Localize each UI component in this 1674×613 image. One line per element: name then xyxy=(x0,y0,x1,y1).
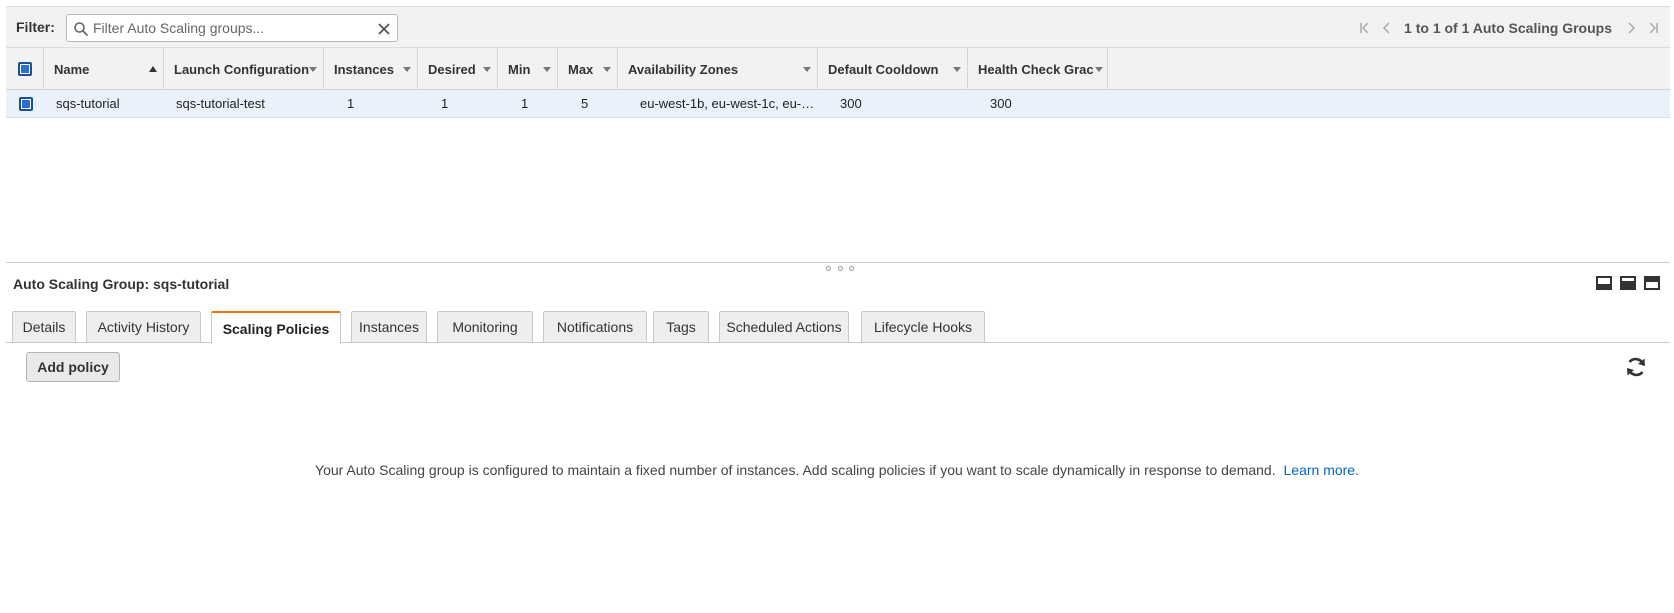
cell-max: 5 xyxy=(581,96,589,111)
detail-tabs: Details Activity History Scaling Policie… xyxy=(6,311,1670,344)
row-checkbox[interactable] xyxy=(19,97,33,111)
first-page-icon xyxy=(1360,22,1369,34)
layout-split-icon[interactable] xyxy=(1620,276,1636,290)
sort-arrow-icon xyxy=(603,67,611,72)
column-header-default-cooldown[interactable]: Default Cooldown xyxy=(818,48,968,90)
filter-input[interactable] xyxy=(93,18,373,38)
pagination-text: 1 to 1 of 1 Auto Scaling Groups xyxy=(1404,20,1612,36)
clear-icon[interactable] xyxy=(376,21,392,37)
message-period: . xyxy=(1355,462,1359,478)
column-header-label: Availability Zones xyxy=(628,61,739,77)
next-page-icon xyxy=(1628,22,1636,34)
column-header-label: Name xyxy=(54,61,90,77)
column-header-name[interactable]: Name xyxy=(44,48,164,90)
scaling-policies-message: Your Auto Scaling group is configured to… xyxy=(0,462,1674,478)
panel-divider xyxy=(6,262,1670,263)
tab-scheduled-actions[interactable]: Scheduled Actions xyxy=(719,311,849,342)
first-page-button[interactable] xyxy=(1354,18,1376,38)
panel-layout-controls xyxy=(1596,276,1660,290)
last-page-icon xyxy=(1649,22,1658,34)
filter-label: Filter: xyxy=(16,19,55,35)
pagination: 1 to 1 of 1 Auto Scaling Groups xyxy=(1354,18,1664,38)
last-page-button[interactable] xyxy=(1642,18,1664,38)
table-row[interactable]: sqs-tutorial sqs-tutorial-test 1 1 1 5 e… xyxy=(6,90,1670,118)
column-header-label: Health Check Grace Period xyxy=(978,61,1094,77)
layout-bottom-icon[interactable] xyxy=(1596,276,1612,290)
column-header-label: Launch Configuration / xyxy=(174,61,312,77)
column-header-min[interactable]: Min xyxy=(498,48,558,90)
sort-arrow-icon xyxy=(309,67,317,72)
column-header-label: Min xyxy=(508,61,531,77)
handle-dot xyxy=(826,266,831,271)
refresh-icon[interactable] xyxy=(1624,355,1648,379)
cell-launch-configuration: sqs-tutorial-test xyxy=(176,96,265,111)
column-header-label: Max xyxy=(568,61,594,77)
tab-notifications[interactable]: Notifications xyxy=(543,311,647,342)
column-header-health-check-grace[interactable]: Health Check Grace Period xyxy=(968,48,1108,90)
tab-lifecycle-hooks[interactable]: Lifecycle Hooks xyxy=(861,311,985,342)
sort-arrow-icon xyxy=(1095,67,1103,72)
prev-page-icon xyxy=(1382,22,1390,34)
column-header-label: Desired xyxy=(428,61,476,77)
tab-activity-history[interactable]: Activity History xyxy=(86,311,201,342)
cell-availability-zones: eu-west-1b, eu-west-1c, eu-west-1a xyxy=(640,96,818,111)
select-all-checkbox[interactable] xyxy=(18,62,32,76)
select-all-column xyxy=(6,48,44,90)
tab-monitoring[interactable]: Monitoring xyxy=(437,311,533,342)
sort-asc-icon xyxy=(149,66,157,72)
column-header-label: Instances xyxy=(334,61,394,77)
filter-box[interactable] xyxy=(66,14,398,42)
cell-name: sqs-tutorial xyxy=(56,96,120,111)
column-header-launch-configuration[interactable]: Launch Configuration / xyxy=(164,48,324,90)
column-header-desired[interactable]: Desired xyxy=(418,48,498,90)
next-page-button[interactable] xyxy=(1620,18,1642,38)
filter-toolbar: Filter: 1 to 1 of 1 Auto Scaling Groups xyxy=(6,6,1670,48)
column-header-instances[interactable]: Instances xyxy=(324,48,418,90)
detail-panel-title: Auto Scaling Group: sqs-tutorial xyxy=(13,276,230,292)
add-policy-button[interactable]: Add policy xyxy=(26,352,120,382)
layout-top-icon[interactable] xyxy=(1644,276,1660,290)
prev-page-button[interactable] xyxy=(1376,18,1398,38)
resize-handle[interactable] xyxy=(826,266,854,272)
message-text: Your Auto Scaling group is configured to… xyxy=(315,462,1276,478)
tab-tags[interactable]: Tags xyxy=(653,311,709,342)
search-icon xyxy=(74,22,89,37)
sort-arrow-icon xyxy=(403,67,411,72)
column-header-max[interactable]: Max xyxy=(558,48,618,90)
column-header-label: Default Cooldown xyxy=(828,61,939,77)
sort-arrow-icon xyxy=(803,67,811,72)
cell-default-cooldown: 300 xyxy=(840,96,862,111)
cell-instances: 1 xyxy=(347,96,355,111)
sort-arrow-icon xyxy=(543,67,551,72)
column-header-availability-zones[interactable]: Availability Zones xyxy=(618,48,818,90)
tab-scaling-policies[interactable]: Scaling Policies xyxy=(211,311,341,344)
tab-details[interactable]: Details xyxy=(12,311,76,342)
sort-arrow-icon xyxy=(483,67,491,72)
cell-health-check-grace: 300 xyxy=(990,96,1012,111)
learn-more-link[interactable]: Learn more xyxy=(1284,462,1356,478)
sort-arrow-icon xyxy=(953,67,961,72)
cell-desired: 1 xyxy=(441,96,449,111)
handle-dot xyxy=(837,266,843,271)
cell-min: 1 xyxy=(521,96,529,111)
table-header: Name Launch Configuration / Instances De… xyxy=(6,48,1670,90)
handle-dot xyxy=(849,266,854,271)
tab-instances[interactable]: Instances xyxy=(351,311,427,342)
